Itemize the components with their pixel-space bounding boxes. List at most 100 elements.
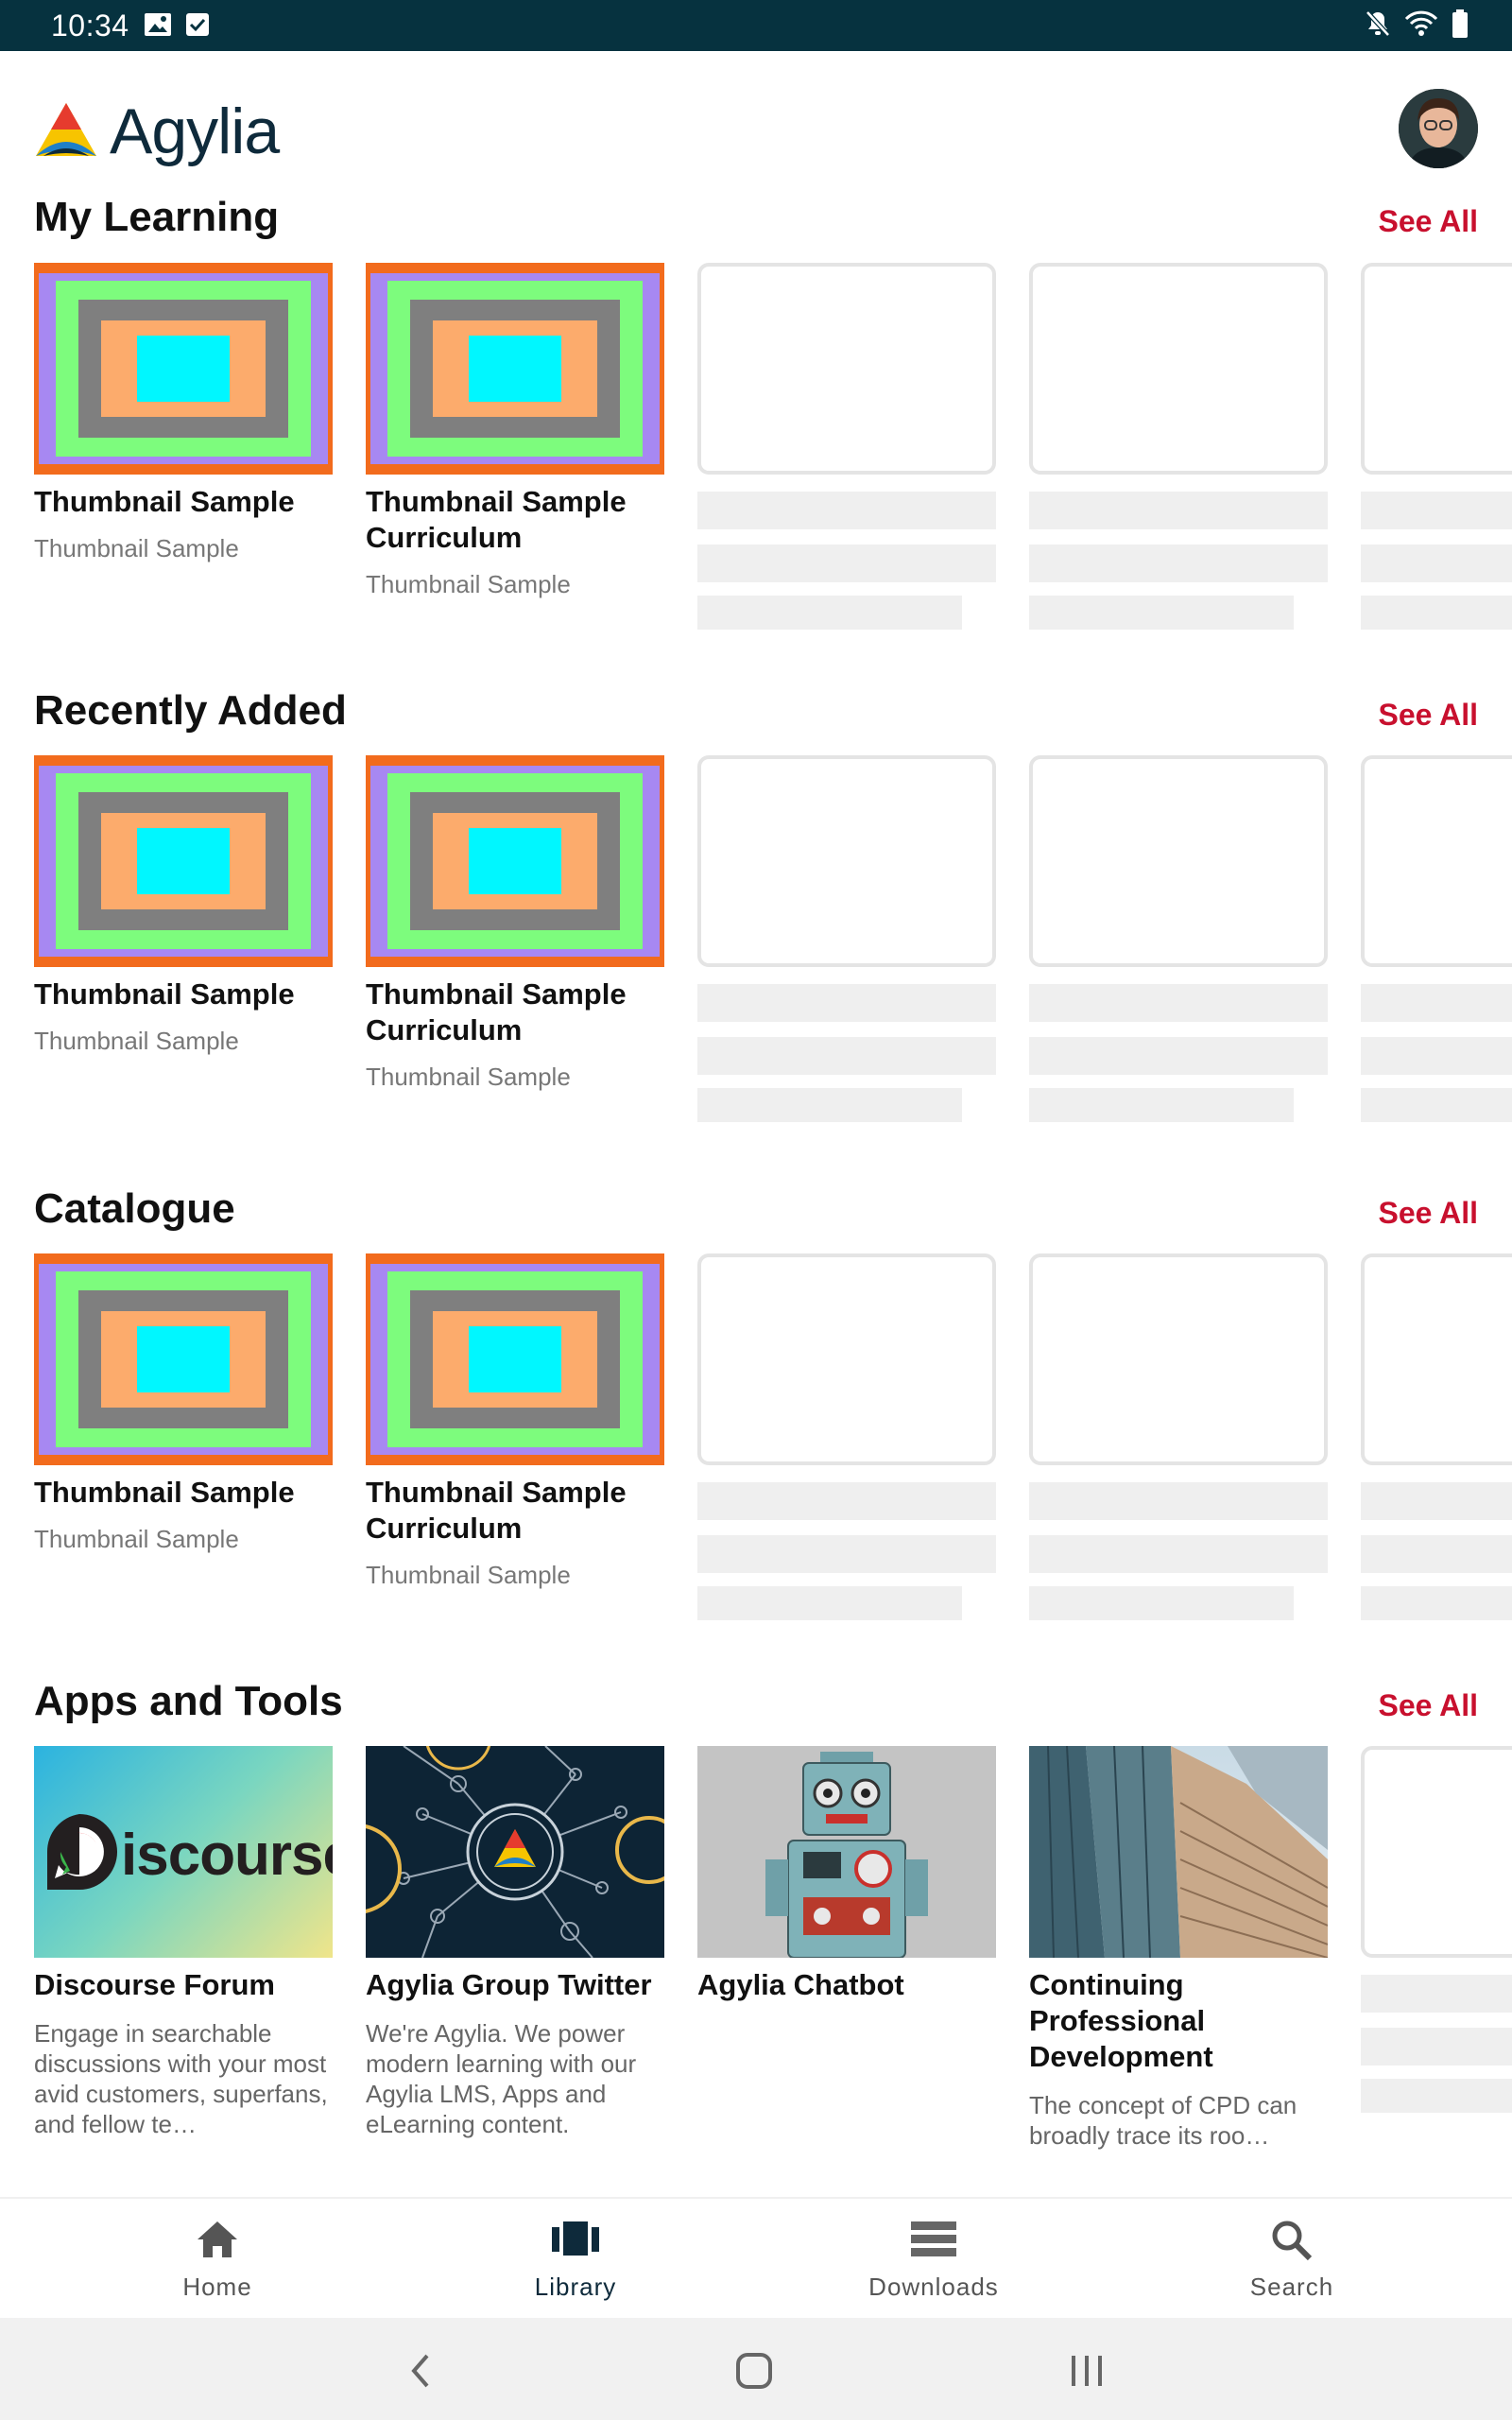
placeholder-line [1361, 1535, 1512, 1573]
card-title: Thumbnail Sample Curriculum [366, 485, 627, 554]
bottom-navigation: Home Library Downloads Search [0, 2197, 1512, 2318]
recent-apps-icon[interactable] [1068, 2352, 1106, 2394]
placeholder-thumbnail [697, 1253, 996, 1465]
placeholder-card [1361, 1253, 1512, 1620]
placeholder-line [697, 544, 996, 582]
section-title-recently-added: Recently Added [34, 687, 347, 734]
placeholder-card [1029, 263, 1328, 630]
placeholder-card [1361, 1746, 1512, 2113]
placeholder-line [697, 492, 996, 529]
see-all-recently-added[interactable]: See All [1378, 696, 1478, 734]
app-card-chatbot[interactable]: Agylia Chatbot [697, 1746, 996, 2018]
placeholder-thumbnail [1361, 755, 1512, 967]
placeholder-line [1361, 1975, 1512, 2013]
placeholder-line [1029, 1037, 1328, 1075]
placeholder-line [1361, 984, 1512, 1022]
user-avatar[interactable] [1399, 89, 1478, 168]
card-subtitle: Thumbnail Sample [366, 570, 571, 598]
placeholder-line [1361, 492, 1512, 529]
card-title: Thumbnail Sample Curriculum [366, 1476, 627, 1545]
placeholder-thumbnail [1361, 263, 1512, 475]
placeholder-thumbnail [1029, 755, 1328, 967]
placeholder-card [697, 1253, 996, 1620]
checkbox-notification-icon [185, 12, 210, 42]
placeholder-line [1029, 492, 1328, 529]
nav-label: Library [534, 2273, 617, 2301]
placeholder-line [1361, 544, 1512, 582]
placeholder-line [1361, 1037, 1512, 1075]
learning-card[interactable]: Thumbnail Sample Curriculum Thumbnail Sa… [366, 263, 664, 599]
placeholder-line [1029, 1535, 1328, 1573]
card-title: Discourse Forum [34, 1968, 275, 2001]
discourse-logo-text: iscourse [121, 1823, 333, 1888]
placeholder-line [1029, 1482, 1328, 1520]
card-title: Thumbnail Sample Curriculum [366, 977, 627, 1046]
search-icon [1271, 2220, 1313, 2266]
placeholder-line [1361, 2079, 1512, 2113]
home-icon [196, 2220, 239, 2264]
placeholder-line [1029, 544, 1328, 582]
nav-label: Home [182, 2273, 252, 2301]
network-image [366, 1746, 664, 1958]
downloads-icon [911, 2220, 956, 2262]
placeholder-thumbnail [697, 755, 996, 967]
learning-card[interactable]: Thumbnail Sample Curriculum Thumbnail Sa… [366, 755, 664, 1092]
app-card-twitter[interactable]: Agylia Group Twitter We're Agylia. We po… [366, 1746, 664, 2139]
placeholder-line [1361, 596, 1512, 630]
see-all-catalogue[interactable]: See All [1378, 1194, 1478, 1232]
see-all-my-learning[interactable]: See All [1378, 202, 1478, 240]
placeholder-line [697, 596, 962, 630]
section-title-apps-and-tools: Apps and Tools [34, 1678, 343, 1724]
app-card-discourse[interactable]: iscourse Discourse Forum Engage in searc… [34, 1746, 333, 2139]
card-title: Thumbnail Sample [34, 485, 295, 518]
placeholder-line [1029, 1586, 1294, 1620]
learning-card[interactable]: Thumbnail Sample Thumbnail Sample [34, 755, 333, 1056]
see-all-apps-and-tools[interactable]: See All [1378, 1686, 1478, 1724]
card-subtitle: Thumbnail Sample [34, 534, 239, 562]
placeholder-line [1361, 1482, 1512, 1520]
placeholder-line [697, 1037, 996, 1075]
learning-card[interactable]: Thumbnail Sample Thumbnail Sample [34, 1253, 333, 1554]
placeholder-line [697, 1088, 962, 1122]
placeholder-card [1361, 263, 1512, 630]
card-subtitle: Thumbnail Sample [34, 1525, 239, 1553]
status-time: 10:34 [51, 9, 129, 43]
nav-home[interactable]: Home [28, 2199, 406, 2320]
placeholder-line [697, 984, 996, 1022]
section-title-catalogue: Catalogue [34, 1185, 235, 1232]
thumbnail-image [366, 1253, 664, 1465]
nav-label: Search [1249, 2273, 1334, 2301]
system-navigation-bar [0, 2318, 1512, 2420]
nav-search[interactable]: Search [1103, 2199, 1481, 2320]
card-subtitle: Thumbnail Sample [366, 1561, 571, 1589]
library-icon [552, 2220, 599, 2262]
status-bar: 10:34 [0, 0, 1512, 51]
thumbnail-image [366, 755, 664, 967]
nav-library[interactable]: Library [387, 2199, 765, 2320]
section-title-my-learning: My Learning [34, 194, 280, 240]
card-subtitle: Thumbnail Sample [366, 1063, 571, 1091]
thumbnail-image [34, 755, 333, 967]
buildings-image [1029, 1746, 1328, 1958]
card-title: Thumbnail Sample [34, 1476, 295, 1509]
mute-icon [1365, 9, 1391, 43]
placeholder-line [1361, 2028, 1512, 2066]
agylia-logo: Agylia [32, 98, 280, 164]
placeholder-thumbnail [1029, 263, 1328, 475]
card-description: We're Agylia. We power modern learning w… [366, 2019, 637, 2138]
placeholder-line [1029, 596, 1294, 630]
agylia-logo-icon [36, 103, 96, 156]
card-title: Thumbnail Sample [34, 977, 295, 1011]
home-button-icon[interactable] [735, 2352, 773, 2394]
placeholder-card [697, 755, 996, 1122]
placeholder-card [1361, 755, 1512, 1122]
thumbnail-image [366, 263, 664, 475]
back-icon[interactable] [406, 2352, 435, 2394]
learning-card[interactable]: Thumbnail Sample Curriculum Thumbnail Sa… [366, 1253, 664, 1590]
app-card-cpd[interactable]: Continuing Professional Development The … [1029, 1746, 1328, 2151]
placeholder-thumbnail [1361, 1253, 1512, 1465]
nav-downloads[interactable]: Downloads [745, 2199, 1123, 2320]
learning-card[interactable]: Thumbnail Sample Thumbnail Sample [34, 263, 333, 563]
card-subtitle: Thumbnail Sample [34, 1027, 239, 1055]
robot-image [697, 1746, 996, 1958]
